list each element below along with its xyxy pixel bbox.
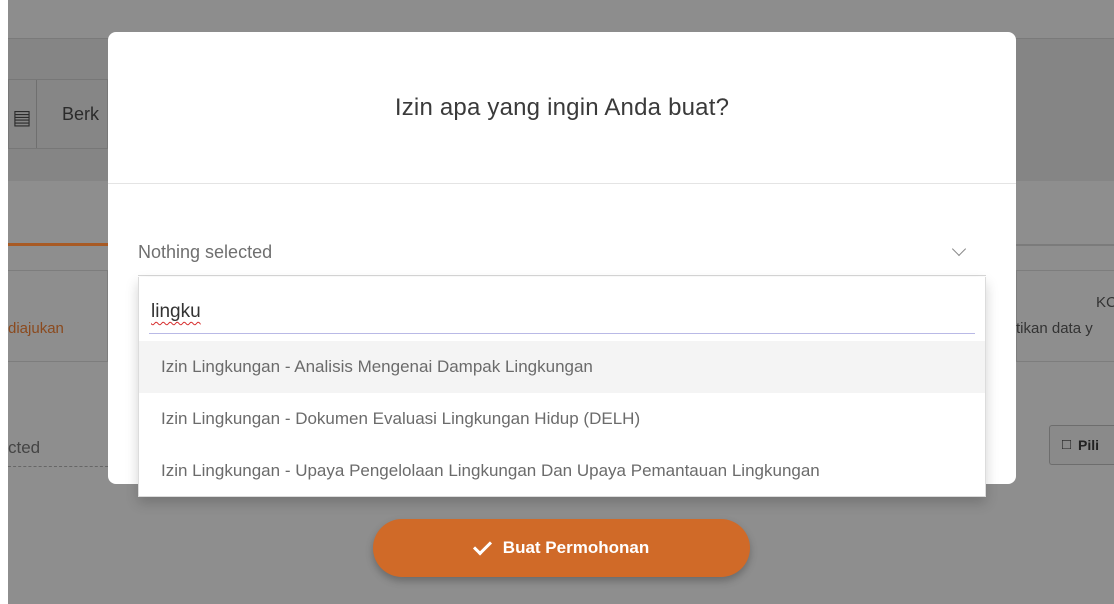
background-select-text: cted bbox=[8, 438, 41, 457]
active-step-underline bbox=[8, 243, 108, 246]
status-right-subtitle: tikan data y bbox=[1016, 320, 1093, 337]
dropdown-option-delh[interactable]: Izin Lingkungan - Dokumen Evaluasi Lingk… bbox=[139, 393, 985, 445]
choose-file-label: Pili bbox=[1078, 437, 1100, 453]
status-left-text: diajukan bbox=[8, 320, 64, 337]
chevron-down-icon bbox=[951, 241, 967, 257]
select-value: Nothing selected bbox=[138, 242, 273, 262]
status-card-left bbox=[8, 270, 108, 362]
berkas-tab-label: Berk bbox=[62, 104, 100, 124]
permit-select[interactable]: Nothing selected bbox=[138, 230, 986, 276]
dropdown-option-amdal[interactable]: Izin Lingkungan - Analisis Mengenai Damp… bbox=[139, 341, 985, 393]
step-underline bbox=[1016, 244, 1114, 246]
tab-divider bbox=[36, 80, 37, 148]
buat-permohonan-button[interactable]: Buat Permohonan bbox=[373, 519, 750, 577]
modal-divider bbox=[108, 183, 1016, 184]
file-icon: □ bbox=[1062, 436, 1072, 453]
search-input[interactable]: lingku bbox=[151, 301, 201, 323]
window-edge bbox=[0, 0, 8, 604]
choose-file-button: □ Pili bbox=[1049, 425, 1114, 465]
status-card-right bbox=[1016, 270, 1114, 362]
search-field[interactable]: lingku bbox=[149, 293, 975, 334]
background-select-underline bbox=[8, 466, 108, 467]
modal-title: Izin apa yang ingin Anda buat? bbox=[394, 93, 730, 121]
permit-dropdown: lingku Izin Lingkungan - Analisis Mengen… bbox=[138, 277, 986, 497]
dropdown-option-ukl-upl[interactable]: Izin Lingkungan - Upaya Pengelolaan Ling… bbox=[139, 445, 985, 497]
document-icon: ▤ bbox=[12, 107, 32, 129]
buat-permohonan-label: Buat Permohonan bbox=[502, 538, 650, 557]
status-right-title: KC bbox=[1096, 294, 1114, 311]
check-icon bbox=[472, 536, 492, 556]
